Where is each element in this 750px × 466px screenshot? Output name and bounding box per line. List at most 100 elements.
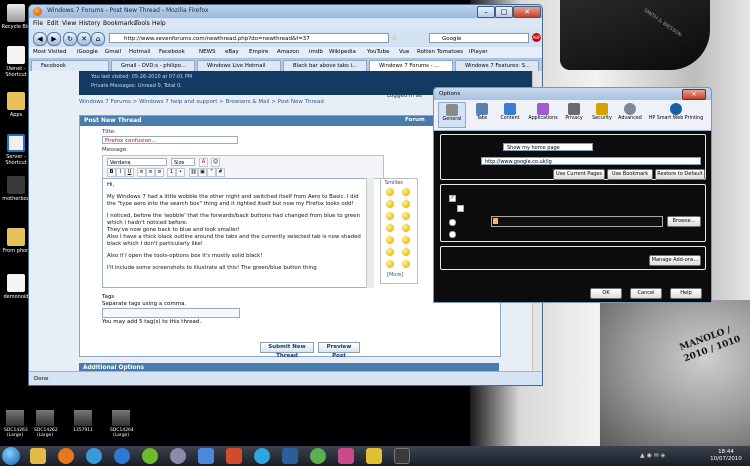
restore-default-button[interactable]: Restore to Default (655, 169, 705, 180)
start-button[interactable] (2, 447, 20, 465)
spotify-taskbar-icon[interactable] (142, 448, 158, 464)
smiley-icon[interactable] (386, 224, 394, 232)
size-select[interactable]: Size (171, 158, 195, 166)
bookmark-item[interactable]: YouTube (367, 49, 389, 55)
tab-tabs[interactable]: Tabs (468, 102, 496, 128)
bookmark-star-icon[interactable]: ☆ (391, 34, 397, 42)
close-button[interactable]: ✕ (513, 6, 541, 18)
close-button[interactable]: ✕ (682, 89, 706, 100)
smiley-icon[interactable] (402, 236, 410, 244)
tab-privacy[interactable]: Privacy (560, 102, 588, 128)
bookmark-item[interactable]: Amazon (277, 49, 299, 55)
menu-view[interactable]: View (62, 20, 76, 27)
menu-file[interactable]: File (33, 20, 43, 27)
align-right-button[interactable]: ≡ (155, 168, 164, 177)
breadcrumb[interactable]: Windows 7 Forums > Windows 7 help and su… (79, 99, 324, 105)
menu-bookmarks[interactable]: Bookmarks (103, 20, 137, 27)
underline-button[interactable]: U (125, 168, 134, 177)
menu-help[interactable]: Help (152, 20, 166, 27)
adblock-icon[interactable]: ABP (532, 33, 541, 42)
download-folder-field[interactable] (491, 216, 663, 227)
show-downloads-checkbox[interactable]: ✓ (449, 195, 456, 202)
firefox-taskbar-icon[interactable] (58, 448, 74, 464)
bookmark-item[interactable]: NEWS (199, 49, 216, 55)
chrome-taskbar-icon[interactable] (86, 448, 102, 464)
smiley-icon[interactable] (402, 200, 410, 208)
stop-button[interactable]: ✕ (77, 32, 91, 46)
tab[interactable]: Windows 7 Features: S... (455, 60, 539, 71)
bookmark-item[interactable]: Gmail (105, 49, 121, 55)
smilies-more-link[interactable]: [More] (387, 272, 403, 278)
italic-button[interactable]: I (116, 168, 125, 177)
forum-link[interactable]: Forum (405, 117, 425, 123)
text-color-button[interactable]: A (199, 158, 208, 167)
skype-taskbar-icon[interactable] (254, 448, 270, 464)
preview-post-button[interactable]: Preview Post (318, 342, 360, 359)
reload-button[interactable]: ↻ (63, 32, 77, 46)
tab[interactable]: Gmail - DVD:s - philipo... (111, 60, 195, 71)
save-to-radio[interactable] (449, 219, 456, 226)
smiley-icon[interactable] (386, 200, 394, 208)
message-editor[interactable]: Hi, My Windows 7 had a little wobble the… (102, 178, 372, 288)
smiley-icon[interactable] (386, 260, 394, 268)
photoshop-taskbar-icon[interactable] (282, 448, 298, 464)
tab-active[interactable]: Windows 7 Forums - ... (369, 60, 453, 71)
home-page-input[interactable]: http://www.google.co.uk/ig (481, 157, 701, 165)
smiley-icon[interactable] (386, 188, 394, 196)
bookmark-item[interactable]: Hotmail (129, 49, 150, 55)
close-downloads-checkbox[interactable] (457, 205, 464, 212)
submit-new-thread-button[interactable]: Submit New Thread (260, 342, 314, 359)
smiley-icon[interactable] (386, 212, 394, 220)
window-titlebar[interactable]: Windows 7 Forums - Post New Thread - Moz… (29, 5, 542, 18)
app-taskbar-icon[interactable] (394, 448, 410, 464)
always-ask-radio[interactable] (449, 231, 456, 238)
tab-hp-smart-web-printing[interactable]: HP Smart Web Printing (646, 102, 706, 128)
clock[interactable]: 18:44 10/07/2010 (704, 449, 748, 463)
tab[interactable]: Black bar above tabs i... (283, 60, 367, 71)
cancel-button[interactable]: Cancel (630, 288, 662, 299)
align-left-button[interactable]: ≡ (137, 168, 146, 177)
smiley-icon[interactable] (402, 212, 410, 220)
tab-applications[interactable]: Applications (526, 102, 560, 128)
image-button[interactable]: ▣ (198, 168, 207, 177)
forward-button[interactable]: ▶ (47, 32, 61, 46)
use-bookmark-button[interactable]: Use Bookmark (607, 169, 653, 180)
tab[interactable]: Windows Live Hotmail (197, 60, 281, 71)
bookmark-item[interactable]: imdb (309, 49, 323, 55)
font-select[interactable]: Verdana (107, 158, 167, 166)
bullet-list-button[interactable]: • (176, 168, 185, 177)
mail-taskbar-icon[interactable] (226, 448, 242, 464)
app-taskbar-icon[interactable] (366, 448, 382, 464)
back-button[interactable]: ◀ (33, 32, 47, 46)
address-bar[interactable]: http://www.sevenforums.com/newthread.php… (109, 33, 389, 43)
tab-security[interactable]: Security (588, 102, 616, 128)
help-button[interactable]: Help (670, 288, 702, 299)
explorer-taskbar-icon[interactable] (30, 448, 46, 464)
desktop-thumbnail[interactable]: SDC14262 (Large) (34, 410, 58, 438)
numbered-list-button[interactable]: 1 (167, 168, 176, 177)
smiley-icon[interactable] (402, 260, 410, 268)
smiley-icon[interactable] (402, 248, 410, 256)
bookmark-item[interactable]: Facebook (159, 49, 185, 55)
use-current-pages-button[interactable]: Use Current Pages (553, 169, 605, 180)
tags-input[interactable] (102, 308, 240, 318)
bold-button[interactable]: B (107, 168, 116, 177)
tab-content[interactable]: Content (496, 102, 524, 128)
messenger-taskbar-icon[interactable] (310, 448, 326, 464)
tab-general[interactable]: General (438, 102, 466, 128)
editor-scrollbar[interactable] (366, 178, 374, 288)
ok-button[interactable]: OK (590, 288, 622, 299)
menu-history[interactable]: History (79, 20, 100, 27)
app-taskbar-icon[interactable] (338, 448, 354, 464)
bookmark-item[interactable]: Most Visited (33, 49, 66, 55)
bookmark-item[interactable]: Vue (399, 49, 409, 55)
tab[interactable]: Facebook (31, 60, 109, 71)
smiley-icon[interactable] (402, 188, 410, 196)
bookmark-item[interactable]: Wikipedia (329, 49, 356, 55)
bookmark-item[interactable]: Rotten Tomatoes (417, 49, 463, 55)
desktop-thumbnail[interactable]: SDC14264 (Large) (110, 410, 134, 438)
private-messages-link[interactable]: Private Messages: Unread 0, Total 0. (91, 83, 182, 89)
quote-button[interactable]: " (207, 168, 216, 177)
itunes-taskbar-icon[interactable] (170, 448, 186, 464)
title-input[interactable]: Firefox confusion... (102, 136, 238, 144)
